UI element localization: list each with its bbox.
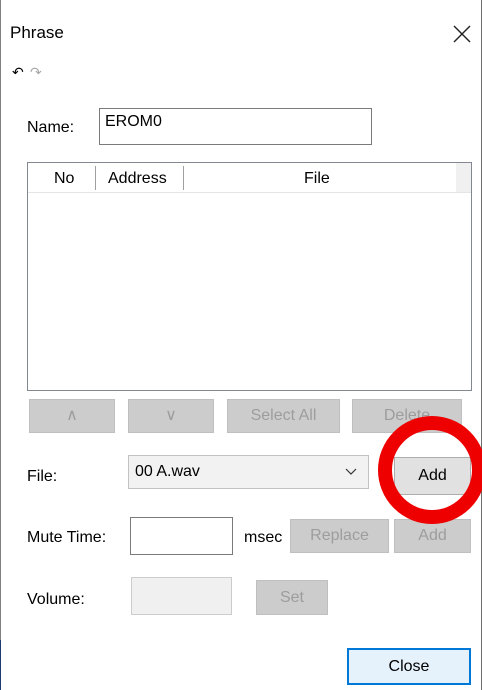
column-header-address[interactable]: Address	[108, 163, 167, 192]
add-file-button[interactable]: Add	[394, 457, 471, 495]
undo-icon[interactable]: ↶	[12, 64, 24, 80]
move-down-button[interactable]: ∨	[128, 399, 214, 433]
set-volume-button[interactable]: Set	[256, 580, 328, 615]
volume-input[interactable]	[131, 577, 232, 615]
column-header-file[interactable]: File	[304, 163, 330, 192]
phrase-list[interactable]: No Address File	[27, 162, 472, 391]
mute-time-input[interactable]	[130, 517, 233, 555]
phrase-list-header: No Address File	[28, 163, 471, 193]
add-mute-button[interactable]: Add	[394, 519, 471, 553]
file-label: File:	[27, 468, 58, 485]
name-input[interactable]: EROM0	[99, 108, 372, 145]
file-dropdown[interactable]: 00 A.wav	[128, 455, 369, 489]
column-separator	[183, 166, 184, 190]
header-filler	[456, 163, 471, 192]
select-all-button[interactable]: Select All	[227, 399, 340, 433]
dialog-title: Phrase	[10, 23, 64, 42]
mute-time-label: Mute Time:	[27, 529, 107, 546]
column-header-no[interactable]: No	[54, 163, 74, 192]
volume-label: Volume:	[27, 591, 85, 608]
msec-unit-label: msec	[244, 529, 283, 546]
move-up-button[interactable]: ∧	[29, 399, 115, 433]
close-icon[interactable]	[450, 22, 474, 46]
replace-button[interactable]: Replace	[290, 519, 389, 553]
window-border-left-lower	[0, 640, 1, 690]
column-separator	[95, 166, 96, 190]
name-label: Name:	[27, 119, 75, 136]
window-border-left	[0, 0, 1, 640]
delete-button[interactable]: Delete	[352, 399, 462, 433]
redo-icon[interactable]: ↷	[30, 64, 42, 80]
close-button[interactable]: Close	[347, 648, 471, 685]
file-dropdown-value: 00 A.wav	[135, 463, 200, 480]
chevron-down-icon	[345, 468, 357, 475]
